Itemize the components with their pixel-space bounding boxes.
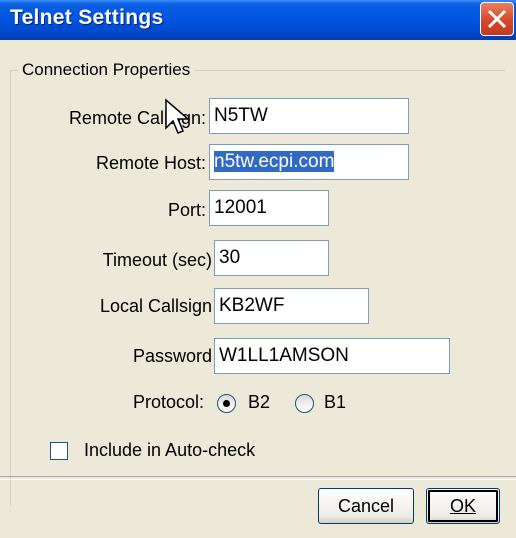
ok-button[interactable]: OK [426,488,500,524]
remote-host-field[interactable]: n5tw.ecpi.com [209,144,409,180]
remote-host-label: Remote Host: [95,153,206,173]
port-value: 12001 [214,197,267,218]
window-title: Telnet Settings [10,6,164,29]
protocol-b2-label[interactable]: B2 [248,392,270,413]
close-icon [487,9,507,29]
local-callsign-label: Local Callsign [99,296,212,316]
timeout-field[interactable]: 30 [214,240,329,276]
protocol-label: Protocol: [132,392,204,412]
group-label: Connection Properties [18,60,195,80]
protocol-b1-label[interactable]: B1 [324,392,346,413]
auto-check-label[interactable]: Include in Auto-check [84,440,255,461]
password-label: Password [132,346,212,366]
timeout-value: 30 [219,247,241,268]
port-label: Port: [167,200,206,220]
protocol-b1-radio[interactable] [295,394,314,413]
protocol-b2-radio[interactable] [217,394,236,413]
dialog-client-area: Connection Properties Remote Callsign: N… [0,40,516,538]
timeout-label: Timeout (sec) [102,250,212,270]
remote-host-value: n5tw.ecpi.com [214,151,335,172]
password-field[interactable]: W1LL1AMSON [214,338,450,374]
auto-check-checkbox[interactable] [50,442,68,460]
remote-callsign-value: N5TW [214,105,268,126]
local-callsign-value: KB2WF [219,295,285,316]
radio-selected-dot [223,400,230,407]
mouse-cursor-icon [165,98,191,134]
close-button[interactable] [480,2,514,36]
port-field[interactable]: 12001 [209,190,329,226]
remote-callsign-field[interactable]: N5TW [209,98,409,134]
ok-button-label: OK [449,496,476,516]
cancel-button-label: Cancel [337,496,395,516]
local-callsign-field[interactable]: KB2WF [214,288,369,324]
cancel-button[interactable]: Cancel [318,488,414,524]
password-value: W1LL1AMSON [219,345,349,366]
title-bar[interactable]: Telnet Settings [0,0,516,40]
separator [0,476,516,480]
